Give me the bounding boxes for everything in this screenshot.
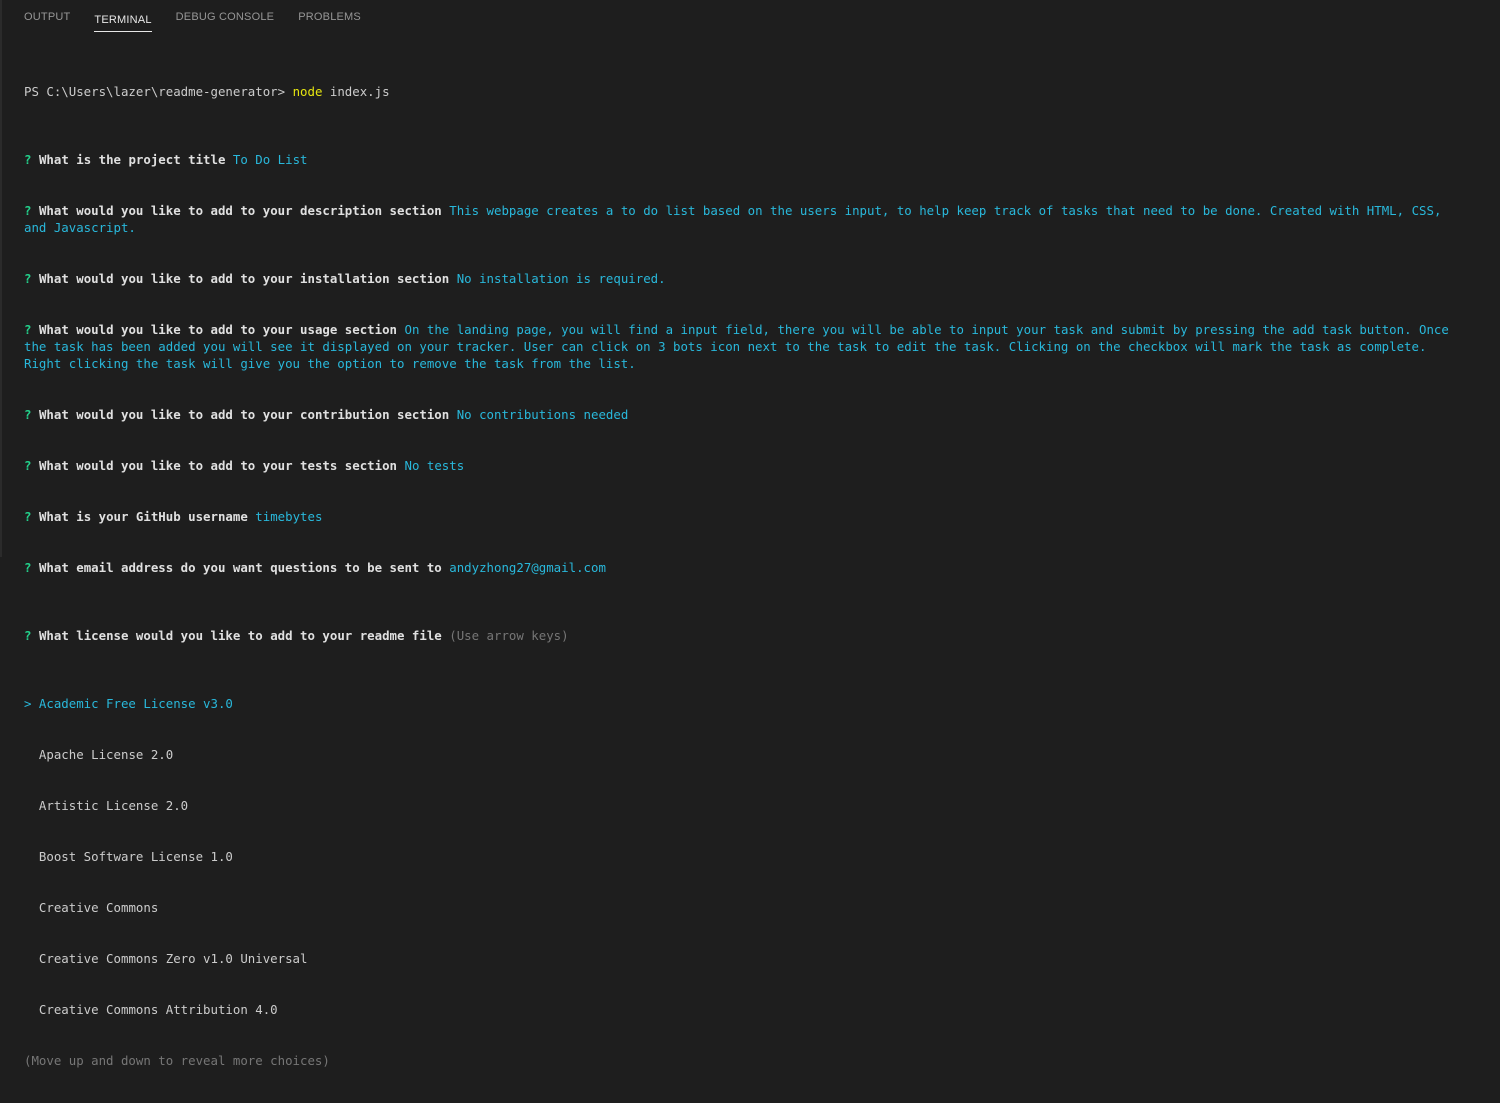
command-args: index.js — [322, 84, 390, 99]
question-line: ? What would you like to add to your des… — [24, 202, 1470, 236]
license-choice[interactable]: Apache License 2.0 — [24, 746, 1470, 763]
question-line: ? What is your GitHub username timebytes — [24, 508, 1470, 525]
question-text: What would you like to add to your usage… — [38, 322, 398, 337]
question-mark: ? — [24, 628, 32, 643]
question-mark: ? — [24, 560, 32, 575]
license-choice[interactable]: Creative Commons — [24, 899, 1470, 916]
shell-prompt: PS C:\Users\lazer\readme-generator> — [24, 84, 293, 99]
question-line: ? What would you like to add to your usa… — [24, 321, 1470, 372]
license-choice[interactable]: Boost Software License 1.0 — [24, 848, 1470, 865]
tab-output[interactable]: OUTPUT — [12, 0, 82, 34]
question-answer: timebytes — [255, 509, 323, 524]
question-text: What is the project title — [38, 152, 226, 167]
license-choice-selected[interactable]: > Academic Free License v3.0 — [24, 695, 1470, 712]
tab-output-label: OUTPUT — [24, 10, 71, 23]
license-choice[interactable]: Creative Commons Attribution 4.0 — [24, 1001, 1470, 1018]
question-answer: No installation is required. — [456, 271, 666, 286]
question-answer: andyzhong27@gmail.com — [449, 560, 606, 575]
question-text: What would you like to add to your tests… — [38, 458, 398, 473]
question-text: What email address do you want questions… — [38, 560, 442, 575]
question-text: What is your GitHub username — [38, 509, 248, 524]
tab-debug-console[interactable]: DEBUG CONSOLE — [164, 0, 287, 34]
question-line: ? What would you like to add to your ins… — [24, 270, 1470, 287]
arrow-keys-hint: (Use arrow keys) — [449, 628, 569, 643]
question-mark: ? — [24, 458, 32, 473]
question-answer: To Do List — [232, 152, 308, 167]
question-line: ? What would you like to add to your con… — [24, 406, 1470, 423]
question-mark: ? — [24, 407, 32, 422]
command-name: node — [292, 84, 323, 99]
question-mark: ? — [24, 152, 32, 167]
question-text: What license would you like to add to yo… — [38, 628, 442, 643]
tab-terminal-label: TERMINAL — [94, 5, 152, 32]
question-text: What would you like to add to your contr… — [38, 407, 450, 422]
question-mark: ? — [24, 322, 32, 337]
question-mark: ? — [24, 203, 32, 218]
license-question-line: ? What license would you like to add to … — [24, 627, 1470, 644]
more-choices-hint: (Move up and down to reveal more choices… — [24, 1053, 330, 1068]
question-mark: ? — [24, 509, 32, 524]
terminal-output[interactable]: PS C:\Users\lazer\readme-generator> node… — [24, 49, 1470, 1103]
question-mark: ? — [24, 271, 32, 286]
tab-problems[interactable]: PROBLEMS — [286, 0, 373, 34]
question-line: ? What would you like to add to your tes… — [24, 457, 1470, 474]
tab-problems-label: PROBLEMS — [298, 10, 361, 23]
question-line: ? What email address do you want questio… — [24, 559, 1470, 576]
panel-tabs: OUTPUT TERMINAL DEBUG CONSOLE PROBLEMS — [12, 0, 373, 34]
terminal-panel: OUTPUT TERMINAL DEBUG CONSOLE PROBLEMS P… — [0, 0, 1500, 1068]
tab-debug-console-label: DEBUG CONSOLE — [175, 10, 275, 23]
question-text: What would you like to add to your descr… — [38, 203, 442, 218]
license-choice[interactable]: Artistic License 2.0 — [24, 797, 1470, 814]
question-answer: No contributions needed — [456, 407, 629, 422]
question-text: What would you like to add to your insta… — [38, 271, 450, 286]
tab-terminal[interactable]: TERMINAL — [82, 0, 163, 34]
command-line: PS C:\Users\lazer\readme-generator> node… — [24, 83, 1470, 100]
question-answer: No tests — [404, 458, 465, 473]
question-line: ? What is the project title To Do List — [24, 151, 1470, 168]
license-choice[interactable]: Creative Commons Zero v1.0 Universal — [24, 950, 1470, 967]
